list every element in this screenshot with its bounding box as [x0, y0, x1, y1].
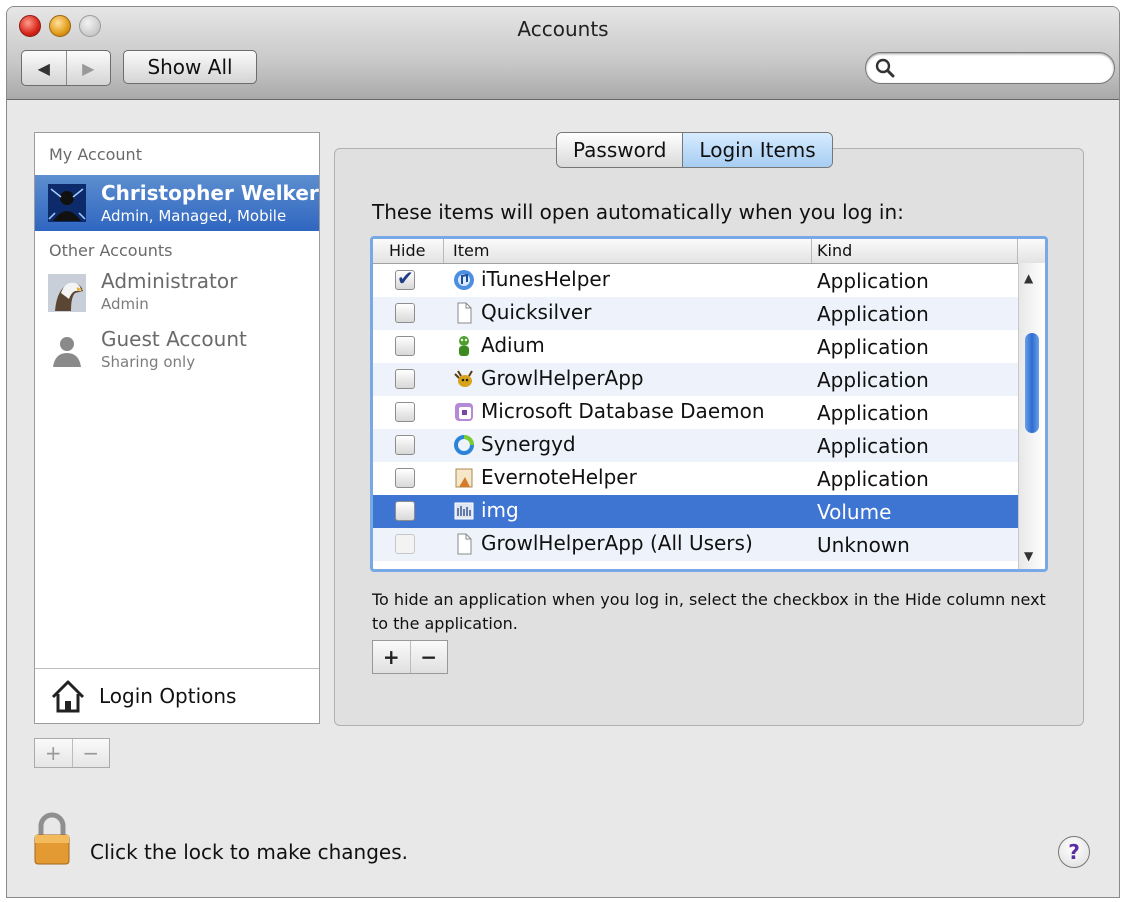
column-header-kind[interactable]: Kind — [817, 241, 852, 260]
hide-checkbox[interactable] — [395, 534, 415, 554]
account-name: Guest Account — [101, 327, 247, 351]
item-name: Synergyd — [481, 432, 576, 456]
itunes-icon — [454, 270, 474, 290]
table-row[interactable]: Microsoft Database Daemon Application — [373, 396, 1019, 429]
search-icon — [875, 58, 895, 78]
login-options-item[interactable]: Login Options — [35, 668, 319, 723]
add-account-button[interactable]: + — [35, 739, 72, 767]
hide-checkbox[interactable] — [395, 369, 415, 389]
right-triangle-icon: ▶ — [82, 58, 95, 78]
login-items-table: Hide Item Kind ✔ iTunesHelper Applicatio… — [370, 236, 1048, 572]
login-item-add-remove: + − — [372, 640, 448, 674]
hide-checkbox[interactable]: ✔ — [395, 266, 415, 290]
account-list: My Account Christopher Welker Admin, Man… — [34, 132, 320, 724]
item-kind: Volume — [817, 500, 892, 524]
title-bar: Accounts ◀ ▶ Show All — [7, 7, 1119, 100]
search-field[interactable] — [865, 52, 1115, 84]
item-name: EvernoteHelper — [481, 465, 637, 489]
table-row[interactable]: EvernoteHelper Application — [373, 462, 1019, 495]
table-header: Hide Item Kind — [373, 239, 1045, 264]
scroll-up-icon[interactable]: ▲ — [1024, 271, 1033, 285]
person-silhouette-icon — [53, 337, 81, 367]
window-title: Accounts — [517, 17, 609, 41]
hide-checkbox[interactable] — [395, 402, 415, 422]
account-subtitle: Admin — [101, 295, 149, 313]
hide-checkbox[interactable] — [395, 435, 415, 455]
item-name: iTunesHelper — [481, 267, 610, 291]
item-kind: Application — [817, 401, 929, 425]
table-row[interactable]: GrowlHelperApp Application — [373, 363, 1019, 396]
remove-account-button[interactable]: − — [71, 739, 110, 767]
table-row[interactable]: Synergyd Application — [373, 429, 1019, 462]
account-item-christopher-welker[interactable]: Christopher Welker Admin, Managed, Mobil… — [35, 175, 319, 231]
account-name: Christopher Welker — [101, 181, 319, 205]
document-icon — [457, 302, 472, 324]
lock-icon[interactable] — [32, 812, 72, 866]
hide-checkbox[interactable] — [395, 303, 415, 323]
left-triangle-icon: ◀ — [37, 58, 50, 78]
item-name: GrowlHelperApp (All Users) — [481, 531, 753, 555]
account-subtitle: Admin, Managed, Mobile — [101, 207, 287, 225]
other-accounts-header: Other Accounts — [49, 241, 173, 260]
back-button[interactable]: ◀ — [22, 51, 66, 85]
column-header-item[interactable]: Item — [453, 241, 489, 260]
volume-icon — [454, 502, 474, 520]
tab-password[interactable]: Password — [557, 133, 683, 167]
house-icon — [51, 680, 85, 713]
tab-login-items[interactable]: Login Items — [682, 133, 832, 167]
table-row[interactable]: Quicksilver Application — [373, 297, 1019, 330]
forward-button[interactable]: ▶ — [65, 51, 111, 85]
item-name: Adium — [481, 333, 545, 357]
item-kind: Application — [817, 368, 929, 392]
synergy-icon — [454, 435, 474, 455]
checkmark-icon: ✔ — [397, 266, 414, 290]
column-header-hide[interactable]: Hide — [389, 241, 425, 260]
vertical-scrollbar[interactable]: ▲ ▼ — [1018, 263, 1045, 569]
item-kind: Unknown — [817, 533, 910, 557]
account-subtitle: Sharing only — [101, 353, 196, 371]
show-all-button[interactable]: Show All — [123, 50, 257, 84]
item-kind: Application — [817, 302, 929, 326]
item-kind: Application — [817, 467, 929, 491]
item-kind: Application — [817, 269, 929, 293]
tab-bar: Password Login Items — [556, 132, 833, 168]
document-icon — [457, 533, 472, 555]
table-row[interactable]: img Volume — [373, 495, 1019, 528]
remove-login-item-button[interactable]: − — [409, 641, 448, 673]
item-name: Microsoft Database Daemon — [481, 399, 765, 423]
table-row[interactable]: Adium Application — [373, 330, 1019, 363]
item-kind: Application — [817, 335, 929, 359]
item-name: img — [481, 498, 519, 522]
item-name: Quicksilver — [481, 300, 592, 324]
item-name: GrowlHelperApp — [481, 366, 644, 390]
eagle-icon — [48, 274, 86, 312]
adium-icon — [459, 336, 469, 356]
table-row[interactable]: GrowlHelperApp (All Users) Unknown — [373, 528, 1019, 561]
item-kind: Application — [817, 434, 929, 458]
evernote-icon — [455, 468, 473, 488]
table-row[interactable]: ✔ iTunesHelper Application — [373, 264, 1019, 297]
hide-checkbox[interactable] — [395, 501, 415, 521]
account-item-administrator[interactable]: Administrator Admin — [35, 269, 319, 325]
help-button[interactable]: ? — [1058, 836, 1090, 868]
database-icon — [455, 403, 473, 421]
lock-message: Click the lock to make changes. — [90, 840, 409, 864]
scroll-down-icon[interactable]: ▼ — [1024, 549, 1033, 563]
search-input[interactable] — [900, 57, 1104, 81]
growl-icon — [454, 370, 473, 387]
hide-hint: To hide an application when you log in, … — [372, 590, 1046, 633]
my-account-header: My Account — [49, 145, 142, 164]
login-items-intro: These items will open automatically when… — [372, 200, 904, 224]
hide-checkbox[interactable] — [395, 336, 415, 356]
account-add-remove: + − — [34, 738, 110, 768]
user-photo-icon — [48, 184, 86, 222]
nav-button-group: ◀ ▶ — [21, 50, 111, 86]
account-name: Administrator — [101, 269, 238, 293]
hide-checkbox[interactable] — [395, 468, 415, 488]
scroll-thumb[interactable] — [1025, 333, 1039, 433]
login-options-label: Login Options — [99, 684, 237, 708]
add-login-item-button[interactable]: + — [373, 641, 410, 673]
account-item-guest[interactable]: Guest Account Sharing only — [35, 327, 319, 383]
